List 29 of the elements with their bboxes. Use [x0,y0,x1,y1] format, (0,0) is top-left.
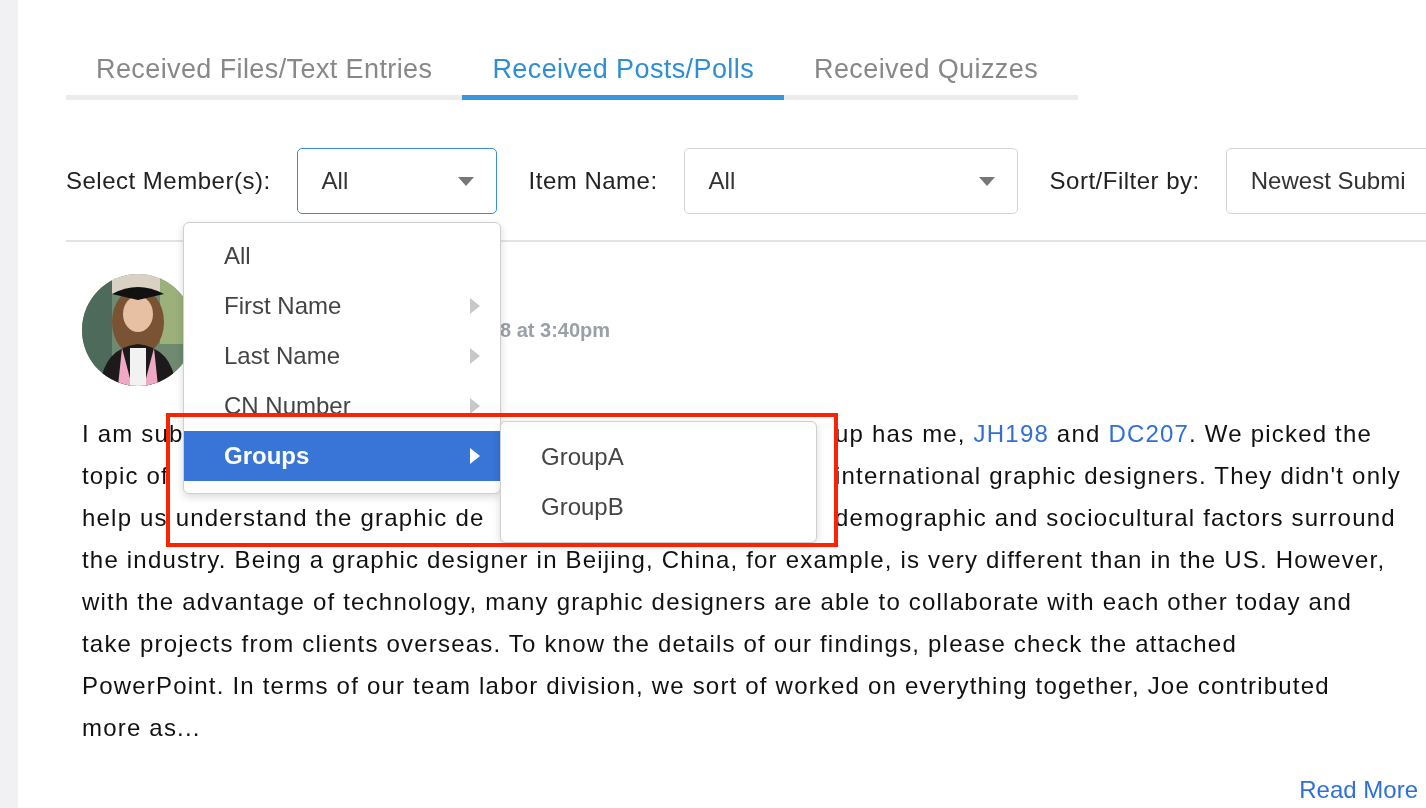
menu-item[interactable]: GroupB [501,482,816,532]
read-more-link[interactable]: Read More [1299,776,1418,804]
text-fragment: demographic and sociocultural factors surround [835,503,1396,533]
menu-item[interactable]: Last Name [184,331,500,381]
text-line: with the advantage of technology, many graphic designers are able to collaborate with each other today and [82,587,1353,617]
menu-item[interactable]: Groups [184,431,500,481]
dropdown[interactable]: Newest Submi [1225,148,1426,214]
menu-item[interactable]: GroupA [501,432,816,482]
tab[interactable]: Received Files/Text Entries [66,48,463,100]
menu-item[interactable]: All [184,231,500,281]
member-link[interactable]: JH198 [973,420,1049,447]
member-link[interactable]: DC207 [1108,420,1190,447]
dropdown[interactable]: All [683,148,1018,214]
text-line: take projects from clients overseas. To know the details of our findings, please check the attached [82,629,1237,659]
filter-label: Select Member(s): [66,167,271,195]
text-line: more as... [82,713,201,743]
caret-icon [457,176,474,186]
filter-label: Sort/Filter by: [1049,167,1200,195]
text-fragment: international graphic designers. They didn't only [835,461,1401,491]
caret-icon [978,176,995,186]
menu-item[interactable]: First Name [184,281,500,331]
text-fragment: help us understand the graphic de [82,503,485,533]
post-date: 8 at 3:40pm [500,318,611,342]
filter-label: Item Name: [528,167,658,195]
tab[interactable]: Received Quizzes [784,48,1069,100]
tab[interactable]: Received Posts/Polls [462,48,785,100]
text-line: PowerPoint. In terms of our team labor division, we sort of worked on everything together, Joe contributed [82,671,1330,701]
dropdown[interactable]: All [296,148,497,214]
text-line: the industry. Being a graphic designer in Beijing, China, for example, is very different than in the US. However, [82,545,1386,575]
